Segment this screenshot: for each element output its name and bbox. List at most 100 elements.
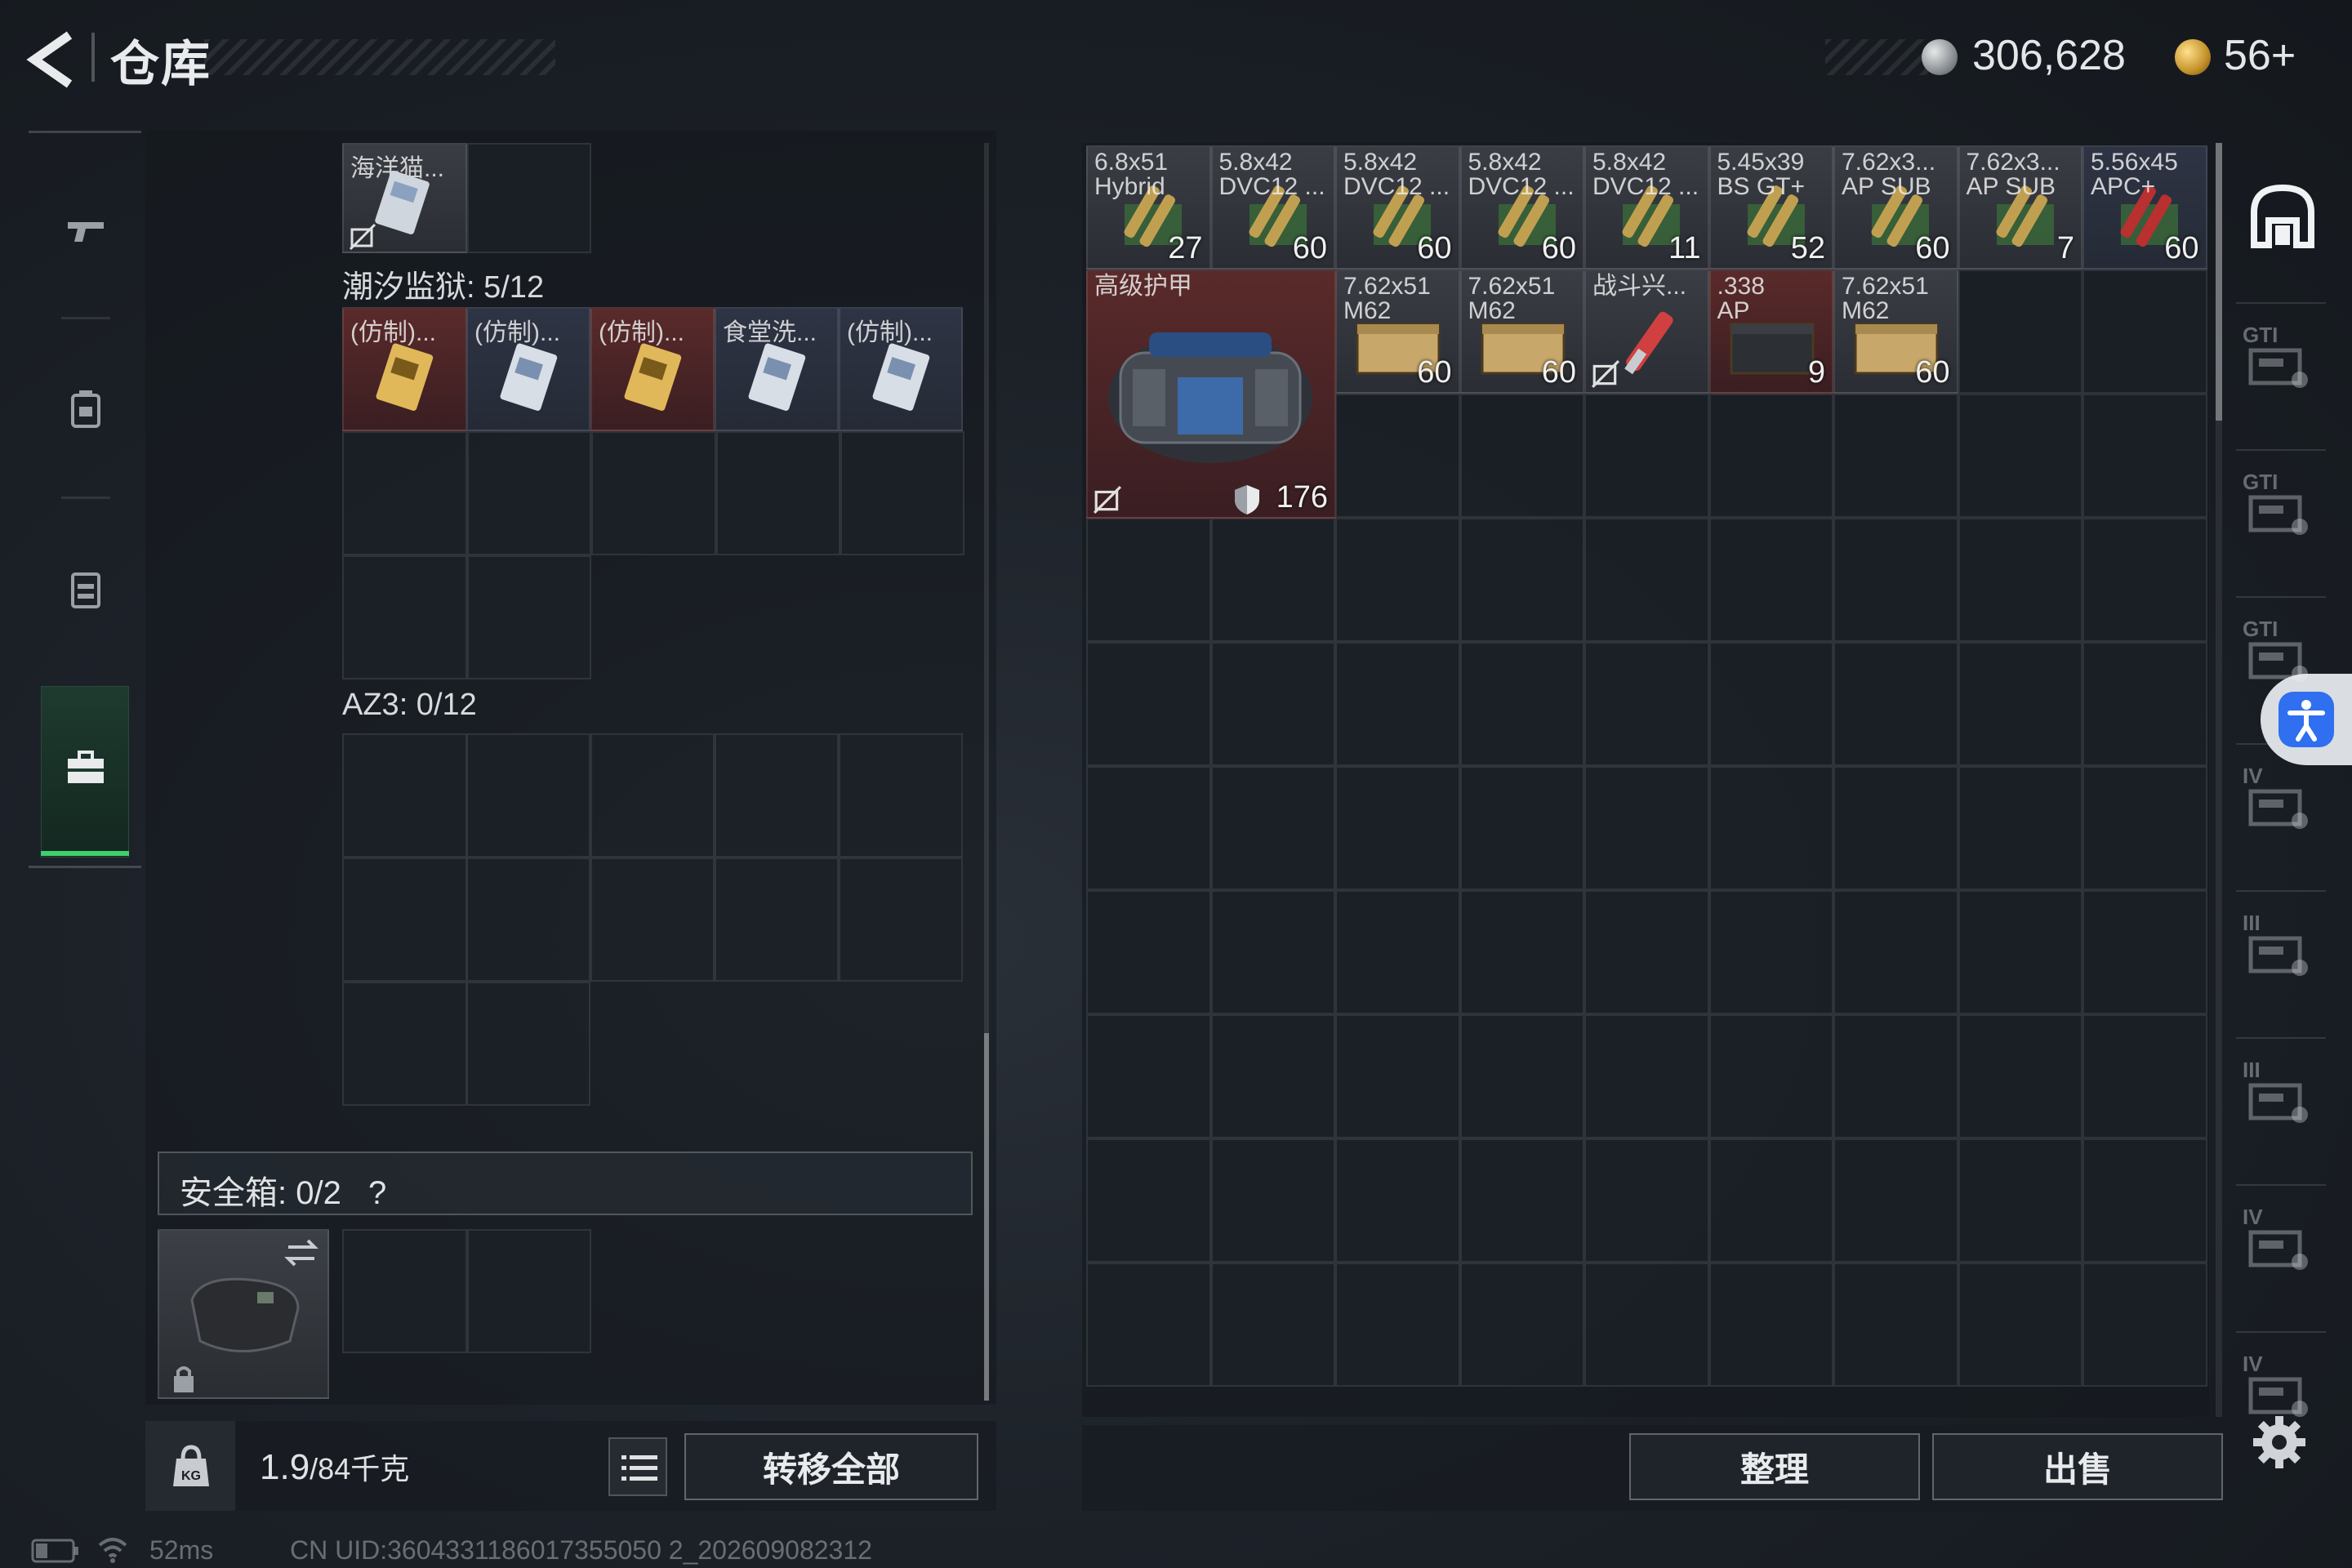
safe-box-item[interactable] xyxy=(158,1229,329,1399)
vest-icon[interactable] xyxy=(65,568,107,610)
empty-slot[interactable] xyxy=(1210,766,1335,890)
item-slot[interactable]: (仿制)... xyxy=(466,307,590,431)
stash-item[interactable]: 战斗兴... xyxy=(1584,270,1709,394)
empty-slot[interactable] xyxy=(1958,642,2082,766)
item-slot[interactable]: (仿制)... xyxy=(590,307,715,431)
empty-slot[interactable] xyxy=(1708,1138,1833,1263)
empty-slot[interactable] xyxy=(1708,394,1833,518)
stash-scrollbar-thumb[interactable] xyxy=(2216,143,2222,421)
empty-slot[interactable] xyxy=(1708,890,1833,1014)
empty-slot[interactable] xyxy=(1958,1138,2082,1263)
empty-slot[interactable] xyxy=(1584,1263,1709,1387)
empty-slot[interactable] xyxy=(1459,1263,1584,1387)
empty-slot[interactable] xyxy=(840,431,964,555)
sort-button[interactable]: 整理 xyxy=(1629,1433,1920,1500)
empty-slot[interactable] xyxy=(1459,642,1584,766)
empty-slot[interactable] xyxy=(1584,1014,1709,1138)
empty-slot[interactable] xyxy=(1086,766,1211,890)
stash-item[interactable]: 5.8x42 DVC12 ... 60 xyxy=(1459,145,1584,270)
empty-slot[interactable] xyxy=(839,733,963,858)
item-slot[interactable]: 食堂洗... xyxy=(715,307,839,431)
empty-slot[interactable] xyxy=(2082,766,2207,890)
transfer-all-button[interactable]: 转移全部 xyxy=(684,1433,978,1500)
empty-slot[interactable] xyxy=(1584,1138,1709,1263)
empty-slot[interactable] xyxy=(2082,642,2207,766)
empty-slot[interactable] xyxy=(466,858,590,982)
armor-item[interactable]: 高级护甲 176 xyxy=(1086,270,1336,519)
stash-item[interactable]: 7.62x3... AP SUB 60 xyxy=(1833,145,1958,270)
rail-category-item[interactable]: IV xyxy=(2236,1205,2326,1286)
empty-slot[interactable] xyxy=(1335,766,1460,890)
weapon-icon[interactable] xyxy=(65,209,107,252)
empty-slot[interactable] xyxy=(1459,518,1584,642)
stash-item[interactable]: .338 AP 9 xyxy=(1708,270,1833,394)
empty-slot[interactable] xyxy=(590,858,715,982)
help-icon[interactable]: ? xyxy=(368,1175,386,1211)
empty-slot[interactable] xyxy=(1335,518,1460,642)
empty-slot[interactable] xyxy=(1086,1138,1211,1263)
gold-currency-amount[interactable]: 56+ xyxy=(2224,31,2296,80)
list-view-button[interactable] xyxy=(608,1437,667,1496)
empty-slot[interactable] xyxy=(1833,518,1958,642)
stash-item[interactable]: 5.56x45 APC+ 60 xyxy=(2082,145,2207,270)
swap-icon[interactable] xyxy=(283,1237,319,1268)
stash-item[interactable]: 7.62x3... AP SUB 7 xyxy=(1958,145,2082,270)
empty-slot[interactable] xyxy=(342,733,467,858)
empty-slot[interactable] xyxy=(1086,1014,1211,1138)
empty-slot[interactable] xyxy=(1833,1014,1958,1138)
rail-category-item[interactable]: III xyxy=(2236,911,2326,992)
empty-slot[interactable] xyxy=(467,1229,591,1353)
empty-slot[interactable] xyxy=(590,733,715,858)
left-scrollbar-thumb[interactable] xyxy=(984,1033,989,1401)
empty-slot[interactable] xyxy=(342,431,467,555)
empty-slot[interactable] xyxy=(466,982,590,1106)
stash-item[interactable]: 7.62x51 M62 60 xyxy=(1459,270,1584,394)
empty-slot[interactable] xyxy=(2082,394,2207,518)
empty-slot[interactable] xyxy=(1958,1014,2082,1138)
item-slot[interactable]: 海洋猫... xyxy=(342,143,467,253)
empty-slot[interactable] xyxy=(1210,1263,1335,1387)
stash-item[interactable]: 7.62x51 M62 60 xyxy=(1833,270,1958,394)
empty-slot[interactable] xyxy=(342,555,467,679)
empty-slot[interactable] xyxy=(1958,766,2082,890)
empty-slot[interactable] xyxy=(1833,1263,1958,1387)
empty-slot[interactable] xyxy=(1459,1138,1584,1263)
empty-slot[interactable] xyxy=(1584,766,1709,890)
empty-slot[interactable] xyxy=(1958,394,2082,518)
item-slot[interactable]: (仿制)... xyxy=(342,307,467,431)
empty-slot[interactable] xyxy=(839,858,963,982)
empty-slot[interactable] xyxy=(1958,518,2082,642)
stash-item[interactable]: 6.8x51 Hybrid 27 xyxy=(1086,145,1211,270)
empty-slot[interactable] xyxy=(715,858,839,982)
backpack-icon[interactable] xyxy=(65,387,107,430)
empty-slot[interactable] xyxy=(1210,890,1335,1014)
empty-slot[interactable] xyxy=(1958,270,2082,394)
stash-item[interactable]: 7.62x51 M62 60 xyxy=(1335,270,1460,394)
empty-slot[interactable] xyxy=(1833,642,1958,766)
rail-category-item[interactable]: III xyxy=(2236,1058,2326,1139)
empty-slot[interactable] xyxy=(1708,642,1833,766)
empty-slot[interactable] xyxy=(1833,1138,1958,1263)
empty-slot[interactable] xyxy=(2082,270,2207,394)
empty-slot[interactable] xyxy=(1833,394,1958,518)
empty-slot[interactable] xyxy=(467,143,591,253)
empty-slot[interactable] xyxy=(1335,1014,1460,1138)
empty-slot[interactable] xyxy=(342,1229,467,1353)
empty-slot[interactable] xyxy=(1708,518,1833,642)
empty-slot[interactable] xyxy=(1958,1263,2082,1387)
empty-slot[interactable] xyxy=(1335,1263,1460,1387)
back-arrow-icon[interactable] xyxy=(24,29,82,90)
rail-category-item[interactable]: GTI xyxy=(2236,323,2326,404)
empty-slot[interactable] xyxy=(2082,890,2207,1014)
rail-category-item[interactable]: GTI xyxy=(2236,470,2326,551)
empty-slot[interactable] xyxy=(1335,394,1460,518)
empty-slot[interactable] xyxy=(1210,1014,1335,1138)
stash-home-icon[interactable] xyxy=(2246,180,2319,253)
empty-slot[interactable] xyxy=(1335,1138,1460,1263)
empty-slot[interactable] xyxy=(1210,1138,1335,1263)
empty-slot[interactable] xyxy=(2082,1138,2207,1263)
stash-item[interactable]: 5.8x42 DVC12 ... 60 xyxy=(1335,145,1460,270)
empty-slot[interactable] xyxy=(1086,642,1211,766)
accessibility-button[interactable] xyxy=(2261,674,2352,765)
empty-slot[interactable] xyxy=(2082,1263,2207,1387)
